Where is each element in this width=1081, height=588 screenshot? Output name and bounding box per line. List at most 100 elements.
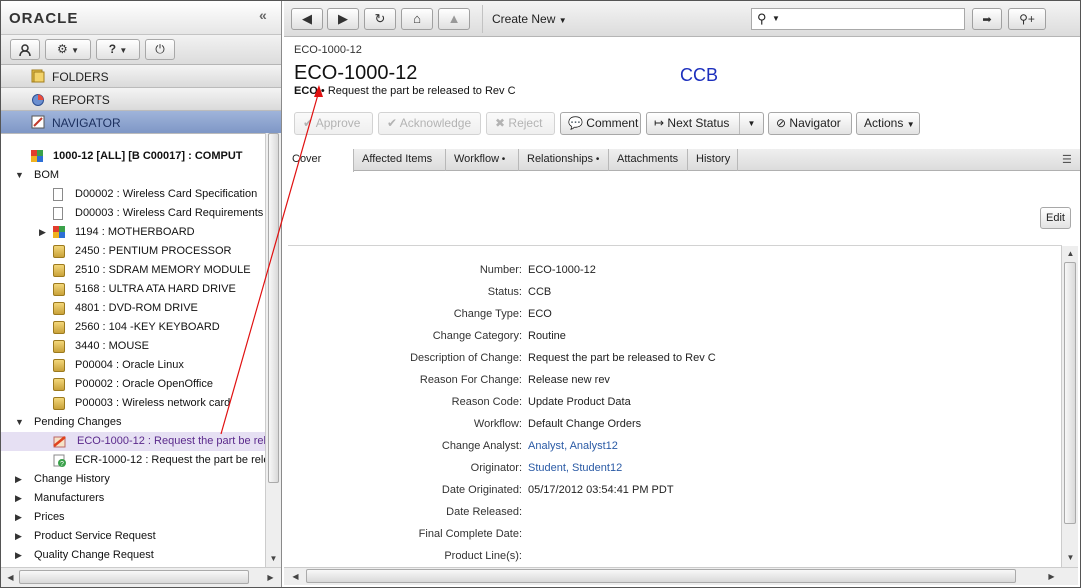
expand-triangle-closed-icon[interactable]: ▶ xyxy=(15,508,22,527)
tree-item[interactable]: ECO-1000-12 : Request the part be rele xyxy=(1,432,265,451)
actions-menu-button[interactable]: Actions ▼ xyxy=(856,112,920,135)
tree-item[interactable]: ▶ Manufacturers xyxy=(1,489,265,508)
nav-section-navigator[interactable]: NAVIGATOR xyxy=(1,111,281,134)
refresh-button[interactable]: ↻ xyxy=(364,8,396,30)
check-icon: ✔ xyxy=(303,116,314,130)
tab-history[interactable]: History xyxy=(688,149,738,171)
field-row: Number: ECO-1000-12 xyxy=(284,259,1054,281)
scroll-thumb[interactable] xyxy=(19,570,249,584)
nav-section-reports[interactable]: REPORTS xyxy=(1,88,281,111)
expand-triangle-closed-icon[interactable]: ▶ xyxy=(15,546,22,565)
nav-section-folders[interactable]: FOLDERS xyxy=(1,65,281,88)
navigator-button[interactable]: ⊘ Navigator xyxy=(768,112,852,135)
search-input[interactable]: ⚲ ▼ xyxy=(751,8,965,30)
scroll-up-icon[interactable]: ▲ xyxy=(1063,246,1078,261)
tree-item[interactable]: 5168 : ULTRA ATA HARD DRIVE xyxy=(1,280,265,299)
expand-triangle-open-icon[interactable]: ▼ xyxy=(15,413,24,432)
expand-triangle-closed-icon[interactable]: ▶ xyxy=(15,489,22,508)
power-icon: ⏻ xyxy=(155,42,165,56)
tree-item[interactable]: 2450 : PENTIUM PROCESSOR xyxy=(1,242,265,261)
field-label: Change Category: xyxy=(432,330,522,342)
advanced-search-button[interactable]: ⚲+ xyxy=(1008,8,1046,30)
expand-triangle-open-icon[interactable]: ▼ xyxy=(15,166,24,185)
logout-button[interactable]: ⏻ xyxy=(145,39,175,60)
tree-item-label: 2450 : PENTIUM PROCESSOR xyxy=(75,245,232,257)
help-menu-button[interactable]: ? ▼ xyxy=(96,39,140,60)
scroll-thumb[interactable] xyxy=(306,569,1016,583)
content-vertical-scrollbar[interactable]: ▲ ▼ xyxy=(1061,246,1078,567)
tree-item[interactable]: 2510 : SDRAM MEMORY MODULE xyxy=(1,261,265,280)
approve-button[interactable]: ✔ Approve xyxy=(294,112,373,135)
tree-item[interactable]: 2560 : 104 -KEY KEYBOARD xyxy=(1,318,265,337)
reject-button[interactable]: ✖ Reject xyxy=(486,112,555,135)
tree-item[interactable]: 3440 : MOUSE xyxy=(1,337,265,356)
tree-item[interactable]: ▼ BOM xyxy=(1,166,265,185)
tree-item[interactable]: 4801 : DVD-ROM DRIVE xyxy=(1,299,265,318)
tree-item[interactable]: P00004 : Oracle Linux xyxy=(1,356,265,375)
expand-triangle-closed-icon[interactable]: ▶ xyxy=(15,527,22,546)
field-label: Originator: xyxy=(470,462,522,474)
tree-item[interactable]: ▶ Change History xyxy=(1,470,265,489)
tree-vertical-scrollbar[interactable]: ▲ ▼ xyxy=(265,133,281,567)
scroll-left-icon[interactable]: ◀ xyxy=(288,569,303,584)
field-value-link[interactable]: Student, Student12 xyxy=(528,462,622,474)
field-label: Date Released: xyxy=(446,506,522,518)
tree-item[interactable]: D00003 : Wireless Card Requirements xyxy=(1,204,265,223)
acknowledge-button[interactable]: ✔ Acknowledge xyxy=(378,112,481,135)
tree-horizontal-scrollbar[interactable]: ◀ ▶ xyxy=(1,567,281,587)
comment-button[interactable]: 💬 Comment xyxy=(560,112,641,135)
expand-triangle-closed-icon[interactable]: ▶ xyxy=(39,223,46,242)
tree-item[interactable]: ▶ 1194 : MOTHERBOARD xyxy=(1,223,265,242)
up-button[interactable]: ▲ xyxy=(438,8,470,30)
expand-triangle-closed-icon[interactable]: ▶ xyxy=(15,470,22,489)
svg-text:?: ? xyxy=(60,461,64,467)
tree-item[interactable]: ▶ Quality Change Request xyxy=(1,546,265,565)
scroll-down-icon[interactable]: ▼ xyxy=(266,551,281,566)
home-icon: ⌂ xyxy=(413,11,421,26)
tree-item[interactable]: ▼ Pending Changes xyxy=(1,413,265,432)
scroll-down-icon[interactable]: ▼ xyxy=(1063,550,1078,565)
reports-icon xyxy=(32,94,44,106)
back-button[interactable]: ◀ xyxy=(291,8,323,30)
tab-list-menu-icon[interactable]: ☰ xyxy=(1062,153,1072,166)
collapse-pane-icon[interactable]: « xyxy=(259,7,267,23)
user-profile-button[interactable] xyxy=(10,39,40,60)
home-button[interactable]: ⌂ xyxy=(401,8,433,30)
document-icon xyxy=(53,207,63,220)
chevron-down-icon[interactable]: ▼ xyxy=(739,113,763,134)
scroll-left-icon[interactable]: ◀ xyxy=(3,570,18,585)
comment-icon: 💬 xyxy=(568,116,583,130)
tree-item-label: D00002 : Wireless Card Specification xyxy=(75,188,258,200)
check-icon: ✔ xyxy=(387,116,398,130)
tab-cover-page[interactable]: Cover Page xyxy=(284,149,354,186)
tree-item[interactable]: ? ECR-1000-12 : Request the part be rele xyxy=(1,451,265,470)
forward-button[interactable]: ▶ xyxy=(327,8,359,30)
next-status-button[interactable]: ↦ Next Status ▼ xyxy=(646,112,764,135)
comment-label: Comment xyxy=(586,116,639,130)
chevron-down-icon: ▼ xyxy=(119,46,128,55)
actions-label: Actions xyxy=(864,116,904,130)
content-horizontal-scrollbar[interactable]: ◀ ▶ xyxy=(284,567,1078,585)
tree-item[interactable]: ▶ Product Service Request xyxy=(1,527,265,546)
tree-item[interactable]: P00003 : Wireless network card xyxy=(1,394,265,413)
tree-item-label: Quality Change Request xyxy=(34,549,154,561)
tab-label: Affected Items xyxy=(362,153,433,165)
search-go-button[interactable]: ➡ xyxy=(972,8,1002,30)
tab-relationships[interactable]: Relationships • xyxy=(519,149,609,171)
tab-attachments[interactable]: Attachments xyxy=(609,149,688,171)
tree-item[interactable]: P00002 : Oracle OpenOffice xyxy=(1,375,265,394)
scroll-right-icon[interactable]: ▶ xyxy=(263,570,278,585)
scroll-thumb[interactable] xyxy=(268,133,279,483)
field-value-link[interactable]: Analyst, Analyst12 xyxy=(528,440,618,452)
edit-button[interactable]: Edit xyxy=(1040,207,1071,229)
settings-menu-button[interactable]: ⚙ ▼ xyxy=(45,39,91,60)
scroll-thumb[interactable] xyxy=(1064,262,1076,524)
create-new-menu[interactable]: Create New ▼ xyxy=(492,12,567,26)
scroll-right-icon[interactable]: ▶ xyxy=(1044,569,1059,584)
tree-item[interactable]: 1000-12 [ALL] [B C00017] : COMPUT xyxy=(1,147,265,166)
tree-item[interactable]: D00002 : Wireless Card Specification xyxy=(1,185,265,204)
tab-workflow[interactable]: Workflow • xyxy=(446,149,519,171)
tree-item[interactable]: ▶ Prices xyxy=(1,508,265,527)
tree-item-label: 1000-12 [ALL] [B C00017] : COMPUT xyxy=(53,150,243,162)
tab-affected-items[interactable]: Affected Items • xyxy=(354,149,446,186)
